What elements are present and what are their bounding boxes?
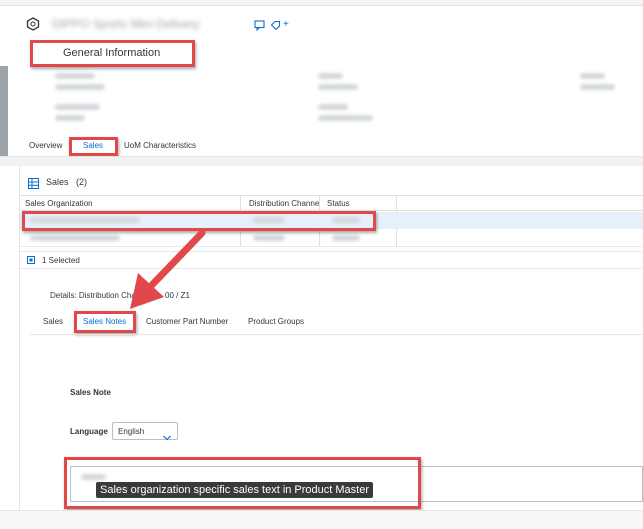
sales-table-title: Sales: [46, 177, 69, 187]
detail-tab-sales[interactable]: Sales: [43, 317, 63, 326]
header-facet: [580, 73, 605, 79]
tag-icon[interactable]: [270, 18, 281, 31]
general-information-label[interactable]: General Information: [63, 47, 160, 59]
table-icon: [28, 176, 39, 189]
header-facet: [55, 73, 95, 79]
language-label: Language: [70, 427, 108, 436]
selection-count: 1 Selected: [42, 256, 80, 265]
header-facet: [55, 115, 85, 121]
column-distribution-channel[interactable]: Distribution Channe: [249, 199, 319, 208]
header-facet: [318, 104, 348, 110]
product-icon: [26, 17, 40, 31]
header-facet: [318, 115, 373, 121]
detail-tab-underline: [30, 334, 643, 335]
row-cell: [253, 235, 285, 241]
language-select-value: English: [118, 427, 145, 436]
chevron-down-icon: [163, 428, 171, 441]
header-facet: [318, 73, 343, 79]
column-status[interactable]: Status: [327, 199, 350, 208]
row-cell: [30, 235, 120, 241]
sales-note-callout: Sales organization specific sales text i…: [96, 482, 374, 498]
product-title: DIPPO Sports Mini Delivery: [52, 17, 200, 31]
top-strip: [0, 0, 643, 6]
tab-divider: [0, 156, 643, 166]
selection-checkbox[interactable]: [27, 256, 35, 264]
sales-note-section-label: Sales Note: [70, 388, 111, 397]
add-icon[interactable]: +: [283, 19, 289, 30]
language-select[interactable]: English: [112, 422, 178, 441]
selection-footer: [19, 251, 643, 269]
tab-uom-characteristics[interactable]: UoM Characteristics: [124, 141, 196, 150]
detail-tab-customer-part-number[interactable]: Customer Part Number: [146, 317, 228, 326]
row-cell: [332, 235, 360, 241]
header-facet: [318, 84, 358, 90]
detail-tab-product-groups[interactable]: Product Groups: [248, 317, 304, 326]
column-sales-organization[interactable]: Sales Organization: [25, 199, 93, 208]
left-scrollbar[interactable]: [0, 66, 8, 156]
tab-overview[interactable]: Overview: [29, 141, 62, 150]
header-facet: [580, 84, 615, 90]
header-facet: [55, 104, 100, 110]
bottom-strip: [0, 510, 643, 529]
tab-sales-highlight: [69, 137, 118, 156]
sales-table-count: (2): [76, 177, 87, 187]
header-facet: [55, 84, 105, 90]
table-row[interactable]: [20, 230, 643, 247]
comment-icon[interactable]: [254, 18, 265, 32]
annotation-arrow-icon: [130, 229, 206, 309]
